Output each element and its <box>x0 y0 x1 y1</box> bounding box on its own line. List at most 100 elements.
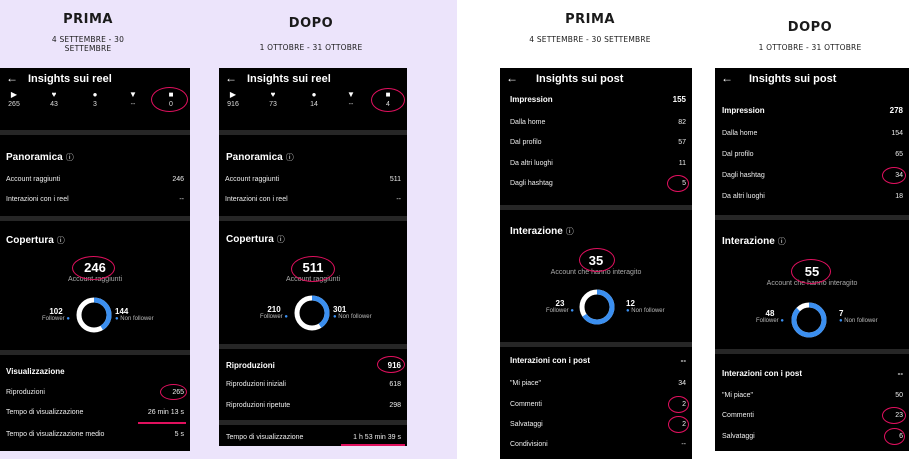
stat-value: 14 <box>310 101 318 108</box>
impressions-row: Impression 155 <box>510 95 686 107</box>
post-insights-before: ← Insights sui post Impression 155 Dalla … <box>500 68 692 459</box>
plays-stat: ▶ 916 <box>219 90 250 110</box>
comments-row: Commenti 23 <box>722 412 903 424</box>
dot-icon: ● <box>570 308 574 314</box>
watch-time-row: Tempo di visualizzazione 26 min 13 s <box>6 409 184 421</box>
followers-stat: 102 Follower ● <box>31 307 81 322</box>
initial-plays-row: Riproduzioni iniziali 618 <box>226 381 401 393</box>
post-interactions-row: Interazioni con i post -- <box>510 356 686 368</box>
top-bar: ← Insights sui post <box>715 68 909 90</box>
play-icon: ▶ <box>10 90 18 99</box>
back-arrow-icon[interactable]: ← <box>721 71 733 85</box>
info-icon[interactable]: ⓘ <box>277 235 285 244</box>
caption-dates: 1 OTTOBRE - 31 OTTOBRE <box>758 43 862 52</box>
section-title: Visualizzazione <box>6 367 65 376</box>
non-followers-stat: 301 ● Non follower <box>333 305 383 320</box>
comments-stat: ● 14 <box>297 90 331 110</box>
followers-stat: 23 Follower ● <box>535 299 585 314</box>
row-label: Commenti <box>722 412 754 419</box>
row-label: Da altri luoghi <box>722 193 765 200</box>
row-label: Commenti <box>510 401 542 408</box>
plays-title-row: Riproduzioni 916 <box>226 361 401 373</box>
non-followers-value: 12 <box>626 299 635 308</box>
row-label: Tempo di visualizzazione <box>226 434 304 441</box>
row-label: Tempo di visualizzazione medio <box>6 431 105 438</box>
back-arrow-icon[interactable]: ← <box>506 71 518 85</box>
row-label: Riproduzioni ripetute <box>226 402 291 409</box>
row-value: 11 <box>678 160 686 167</box>
non-followers-stat: 144 ● Non follower <box>115 307 165 322</box>
avg-watch-time-row: Tempo di visualizzazione medio 5 s <box>6 431 184 443</box>
interactions-donut <box>791 302 827 338</box>
back-arrow-icon[interactable]: ← <box>6 71 18 85</box>
non-followers-label: Non follower <box>338 314 372 320</box>
page-title: Insights sui post <box>536 73 624 85</box>
caption-title: DOPO <box>288 16 334 31</box>
divider <box>219 216 407 221</box>
stat-value: 3 <box>93 101 97 108</box>
row-label: Dal profilo <box>722 151 754 158</box>
followers-label: Follower <box>42 316 65 322</box>
divider <box>0 216 190 221</box>
followers-value: 48 <box>765 309 775 318</box>
row-value: -- <box>396 196 401 203</box>
highlight-circle <box>791 259 831 284</box>
caption-dates: 4 SETTEMBRE - 30 SETTEMBRE <box>529 35 651 44</box>
section-title: Copertura ⓘ <box>226 234 285 245</box>
non-followers-value: 301 <box>333 305 347 314</box>
row-label: Riproduzioni <box>226 361 275 370</box>
divider <box>500 205 692 210</box>
from-other-row: Da altri luoghi 11 <box>510 160 686 172</box>
row-label: Tempo di visualizzazione <box>6 409 84 416</box>
info-icon[interactable]: ⓘ <box>66 153 74 162</box>
section-title: Interazione ⓘ <box>722 236 786 247</box>
post-insights-after: ← Insights sui post Impression 278 Dalla … <box>715 68 909 451</box>
dot-icon: ● <box>780 318 784 324</box>
heart-icon: ♥ <box>270 90 276 99</box>
highlight-circle <box>160 384 187 400</box>
stat-value: 265 <box>8 101 20 108</box>
row-value: -- <box>681 441 686 448</box>
row-value: 278 <box>889 106 903 115</box>
caption-title: PRIMA <box>565 12 615 27</box>
divider <box>715 215 909 220</box>
row-label: Condivisioni <box>510 441 548 448</box>
row-value: 34 <box>678 380 686 387</box>
page-title: Insights sui reel <box>28 73 112 85</box>
plays-stat: ▶ 265 <box>0 90 31 110</box>
row-label: Salvataggi <box>510 421 543 428</box>
shares-stat: ▼ -- <box>116 90 150 110</box>
info-icon[interactable]: ⓘ <box>286 153 294 162</box>
caption-reel-before: PRIMA 4 SETTEMBRE - 30 SETTEMBRE <box>28 12 148 53</box>
section-title-text: Copertura <box>6 235 54 246</box>
info-icon[interactable]: ⓘ <box>778 237 786 246</box>
from-other-row: Da altri luoghi 18 <box>722 193 903 205</box>
highlight-circle <box>151 87 188 112</box>
row-value: -- <box>680 356 686 365</box>
shares-stat: ▼ -- <box>334 90 368 110</box>
section-title: Copertura ⓘ <box>6 235 65 246</box>
back-arrow-icon[interactable]: ← <box>225 71 237 85</box>
section-title-text: Interazione <box>722 236 775 247</box>
row-value: 5 s <box>174 431 184 438</box>
row-label: Riproduzioni <box>6 389 45 396</box>
non-followers-label: Non follower <box>120 316 154 322</box>
info-icon[interactable]: ⓘ <box>566 227 574 236</box>
stat-value: -- <box>348 101 354 108</box>
followers-label: Follower <box>260 314 283 320</box>
divider <box>219 420 407 425</box>
row-value: -- <box>179 196 184 203</box>
from-hashtags-row: Dagli hashtag 34 <box>722 172 903 184</box>
row-label: Dagli hashtag <box>510 180 553 187</box>
info-icon[interactable]: ⓘ <box>57 236 65 245</box>
row-value: 298 <box>389 402 401 409</box>
row-value: 155 <box>672 95 686 104</box>
stat-value: -- <box>130 101 136 108</box>
from-home-row: Dalla home 154 <box>722 130 903 142</box>
highlight-circle <box>882 167 906 184</box>
stat-value: 73 <box>269 101 277 108</box>
comments-stat: ● 3 <box>78 90 112 110</box>
section-title-text: Panoramica <box>6 152 63 163</box>
followers-label: Follower <box>756 318 779 324</box>
row-label: Dalla home <box>510 119 546 126</box>
